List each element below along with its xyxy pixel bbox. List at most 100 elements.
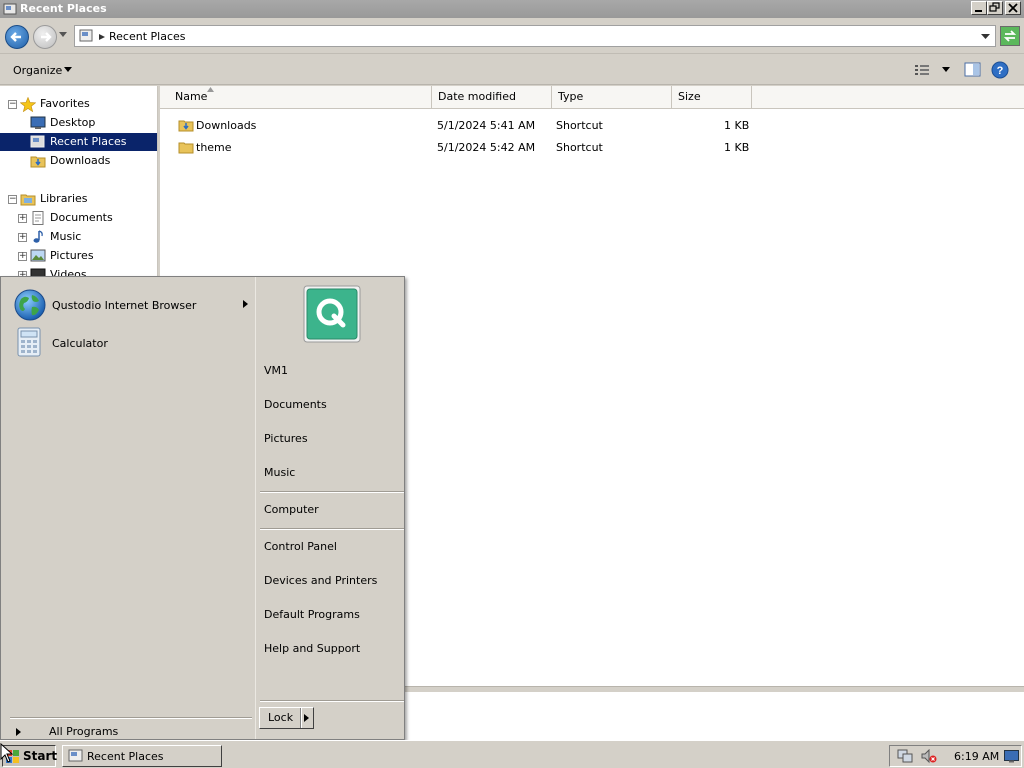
svg-text:?: ? — [997, 65, 1004, 77]
folder-shortcut-icon — [178, 118, 194, 132]
start-link-vm1[interactable]: VM1 — [264, 362, 288, 380]
address-bar[interactable]: Recent Places — [74, 25, 996, 47]
lock-button[interactable]: Lock — [259, 707, 314, 729]
start-menu-separator — [260, 528, 404, 530]
pictures-expand-toggle[interactable]: + — [18, 252, 27, 261]
column-header-name[interactable]: Name — [169, 86, 432, 108]
breadcrumb-chevron-icon[interactable] — [99, 34, 105, 40]
nav-libraries[interactable]: Libraries — [20, 190, 150, 208]
recent-places-icon — [68, 749, 84, 763]
start-link-documents[interactable]: Documents — [264, 396, 327, 414]
start-link-help-and-support[interactable]: Help and Support — [264, 640, 360, 658]
program-calculator[interactable]: Calculator — [10, 325, 250, 361]
column-headers: Name Date modified Type Size — [160, 86, 1024, 109]
organize-dropdown-icon — [64, 67, 72, 72]
nav-desktop[interactable]: Desktop — [30, 114, 156, 132]
minimize-button[interactable] — [971, 1, 987, 15]
all-programs-arrow-icon — [16, 728, 21, 736]
calculator-icon — [16, 327, 44, 357]
start-menu-separator — [260, 491, 404, 493]
documents-icon — [30, 211, 46, 225]
start-menu-separator — [260, 700, 404, 702]
taskbar: Start Recent Places 6:19 AM — [0, 740, 1024, 768]
navigation-pane: − Favorites Desktop Recent Places Downlo… — [0, 86, 158, 286]
close-button[interactable] — [1005, 1, 1021, 15]
sort-ascending-icon — [207, 87, 214, 92]
start-link-control-panel[interactable]: Control Panel — [264, 538, 337, 556]
file-type: Shortcut — [556, 119, 603, 132]
program-qustodio-internet-browser[interactable]: Qustodio Internet Browser — [10, 287, 250, 323]
taskbar-button-recent-places[interactable]: Recent Places — [62, 745, 222, 767]
nav-music[interactable]: Music — [30, 228, 156, 246]
clock[interactable]: 6:19 AM — [954, 750, 999, 763]
view-options-dropdown-icon[interactable] — [942, 67, 950, 72]
start-link-pictures[interactable]: Pictures — [264, 430, 308, 448]
back-button[interactable] — [5, 25, 29, 49]
refresh-button[interactable] — [1000, 26, 1020, 46]
nav-downloads[interactable]: Downloads — [30, 152, 156, 170]
desktop-icon — [30, 116, 46, 130]
all-programs-separator — [10, 717, 252, 719]
organize-button[interactable]: Organize — [13, 64, 72, 77]
change-view-icon[interactable] — [914, 63, 930, 77]
file-size: 1 KB — [724, 119, 750, 132]
address-dropdown-icon[interactable] — [981, 34, 990, 40]
libraries-icon — [20, 192, 36, 206]
mouse-cursor-icon — [0, 743, 14, 763]
qustodio-q-icon[interactable] — [303, 285, 361, 343]
nav-videos[interactable]: Videos — [30, 266, 156, 276]
pictures-icon — [30, 249, 46, 263]
start-link-default-programs[interactable]: Default Programs — [264, 606, 360, 624]
column-header-type[interactable]: Type — [552, 86, 672, 108]
preview-pane-icon[interactable] — [964, 62, 981, 77]
details-pane — [404, 692, 1024, 740]
start-link-music[interactable]: Music — [264, 464, 295, 482]
documents-expand-toggle[interactable]: + — [18, 214, 27, 223]
start-link-computer[interactable]: Computer — [264, 501, 319, 519]
nav-pictures[interactable]: Pictures — [30, 247, 156, 265]
system-tray: 6:19 AM — [889, 745, 1022, 767]
start-menu-places-pane: VM1 Documents Pictures Music Computer Co… — [255, 277, 404, 739]
nav-documents[interactable]: Documents — [30, 209, 156, 227]
power-options-arrow-icon[interactable] — [304, 714, 309, 722]
file-name: theme — [196, 141, 232, 154]
start-menu: Qustodio Internet Browser Calculator All… — [0, 276, 405, 740]
column-header-date-modified[interactable]: Date modified — [432, 86, 552, 108]
nav-recent-places[interactable]: Recent Places — [0, 133, 157, 151]
organize-label: Organize — [13, 64, 63, 77]
column-header-size[interactable]: Size — [672, 86, 752, 108]
forward-button[interactable] — [33, 25, 57, 49]
globe-icon — [14, 289, 46, 321]
all-programs-button[interactable]: All Programs — [10, 723, 250, 741]
speaker-muted-icon[interactable] — [921, 749, 937, 764]
file-date-modified: 5/1/2024 5:42 AM — [437, 141, 536, 154]
network-icon[interactable] — [897, 749, 913, 764]
start-menu-programs-pane: Qustodio Internet Browser Calculator All… — [4, 281, 253, 738]
recent-places-icon — [3, 2, 17, 16]
file-date-modified: 5/1/2024 5:41 AM — [437, 119, 536, 132]
submenu-arrow-icon — [243, 300, 248, 308]
recent-pages-dropdown-icon[interactable] — [59, 32, 67, 38]
restore-button[interactable] — [987, 1, 1003, 15]
file-row[interactable]: theme 5/1/2024 5:42 AM Shortcut 1 KB — [160, 137, 1024, 159]
breadcrumb-recent-places[interactable]: Recent Places — [109, 30, 186, 43]
help-icon[interactable]: ? — [991, 61, 1009, 79]
window-title: Recent Places — [20, 2, 107, 15]
file-row[interactable]: Downloads 5/1/2024 5:41 AM Shortcut 1 KB — [160, 115, 1024, 137]
window-title-bar[interactable]: Recent Places — [0, 0, 1024, 18]
file-type: Shortcut — [556, 141, 603, 154]
nav-favorites[interactable]: Favorites — [20, 95, 150, 113]
file-name: Downloads — [196, 119, 257, 132]
music-note-icon — [30, 230, 46, 244]
command-bar: Organize ? — [0, 55, 1024, 85]
show-desktop-icon[interactable] — [1004, 750, 1019, 763]
start-link-devices-and-printers[interactable]: Devices and Printers — [264, 572, 377, 590]
downloads-folder-icon — [30, 154, 46, 168]
music-expand-toggle[interactable]: + — [18, 233, 27, 242]
favorites-collapse-toggle[interactable]: − — [8, 100, 17, 109]
videos-icon — [30, 268, 46, 276]
libraries-collapse-toggle[interactable]: − — [8, 195, 17, 204]
folder-shortcut-icon — [178, 140, 194, 154]
recent-places-icon — [30, 135, 46, 149]
file-size: 1 KB — [724, 141, 750, 154]
